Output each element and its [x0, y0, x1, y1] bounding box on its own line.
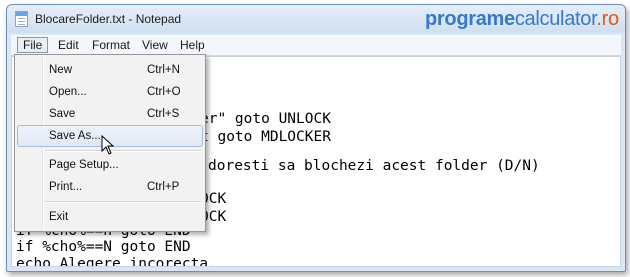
menu-separator: [45, 201, 201, 203]
menu-item-label: Save: [49, 108, 76, 120]
watermark-logo: programecalculator.ro: [425, 8, 619, 31]
notepad-icon: [15, 11, 28, 27]
menu-format[interactable]: Format: [87, 37, 135, 53]
watermark-part-2: calculator: [514, 8, 597, 30]
title-bar[interactable]: BlocareFolder.txt - Notepad programecalc…: [7, 5, 625, 33]
code-line: t goto MDLOCKER: [200, 129, 331, 145]
menu-item-label: Page Setup...: [49, 159, 119, 171]
menu-item-label: New: [49, 64, 73, 76]
menu-item-label: Print...: [49, 181, 83, 193]
file-menu-exit[interactable]: Exit: [17, 206, 203, 228]
window-title: BlocareFolder.txt - Notepad: [35, 12, 182, 26]
watermark-part-1: programe: [425, 8, 515, 30]
menu-item-label: Exit: [49, 211, 69, 223]
code-line: doresti sa blochezi acest folder (D/N): [208, 158, 540, 174]
file-menu-save[interactable]: Save Ctrl+S: [17, 103, 203, 125]
code-line: if %cho%==N goto END: [16, 239, 191, 255]
menu-item-label: Save As...: [49, 130, 101, 142]
menu-item-shortcut: Ctrl+P: [147, 181, 180, 193]
file-menu-new[interactable]: New Ctrl+N: [17, 59, 203, 81]
menu-bar: File Edit Format View Help: [11, 35, 621, 56]
file-menu-page-setup[interactable]: Page Setup...: [17, 154, 203, 176]
mouse-pointer-icon: [101, 135, 115, 155]
file-menu-open[interactable]: Open... Ctrl+O: [17, 81, 203, 103]
menu-file[interactable]: File: [17, 37, 49, 53]
code-line: er" goto UNLOCK: [200, 111, 331, 127]
menu-item-shortcut: Ctrl+N: [147, 64, 180, 76]
menu-separator: [45, 150, 201, 152]
file-menu-print[interactable]: Print... Ctrl+P: [17, 176, 203, 198]
menu-item-shortcut: Ctrl+S: [147, 108, 180, 120]
menu-edit[interactable]: Edit: [53, 37, 84, 53]
code-line: echo Alegere incorecta.: [16, 256, 217, 267]
menu-help[interactable]: Help: [175, 37, 210, 53]
menu-view[interactable]: View: [137, 37, 173, 53]
watermark-part-3: .ro: [596, 8, 619, 30]
menu-item-shortcut: Ctrl+O: [147, 86, 181, 98]
menu-item-label: Open...: [49, 86, 87, 98]
